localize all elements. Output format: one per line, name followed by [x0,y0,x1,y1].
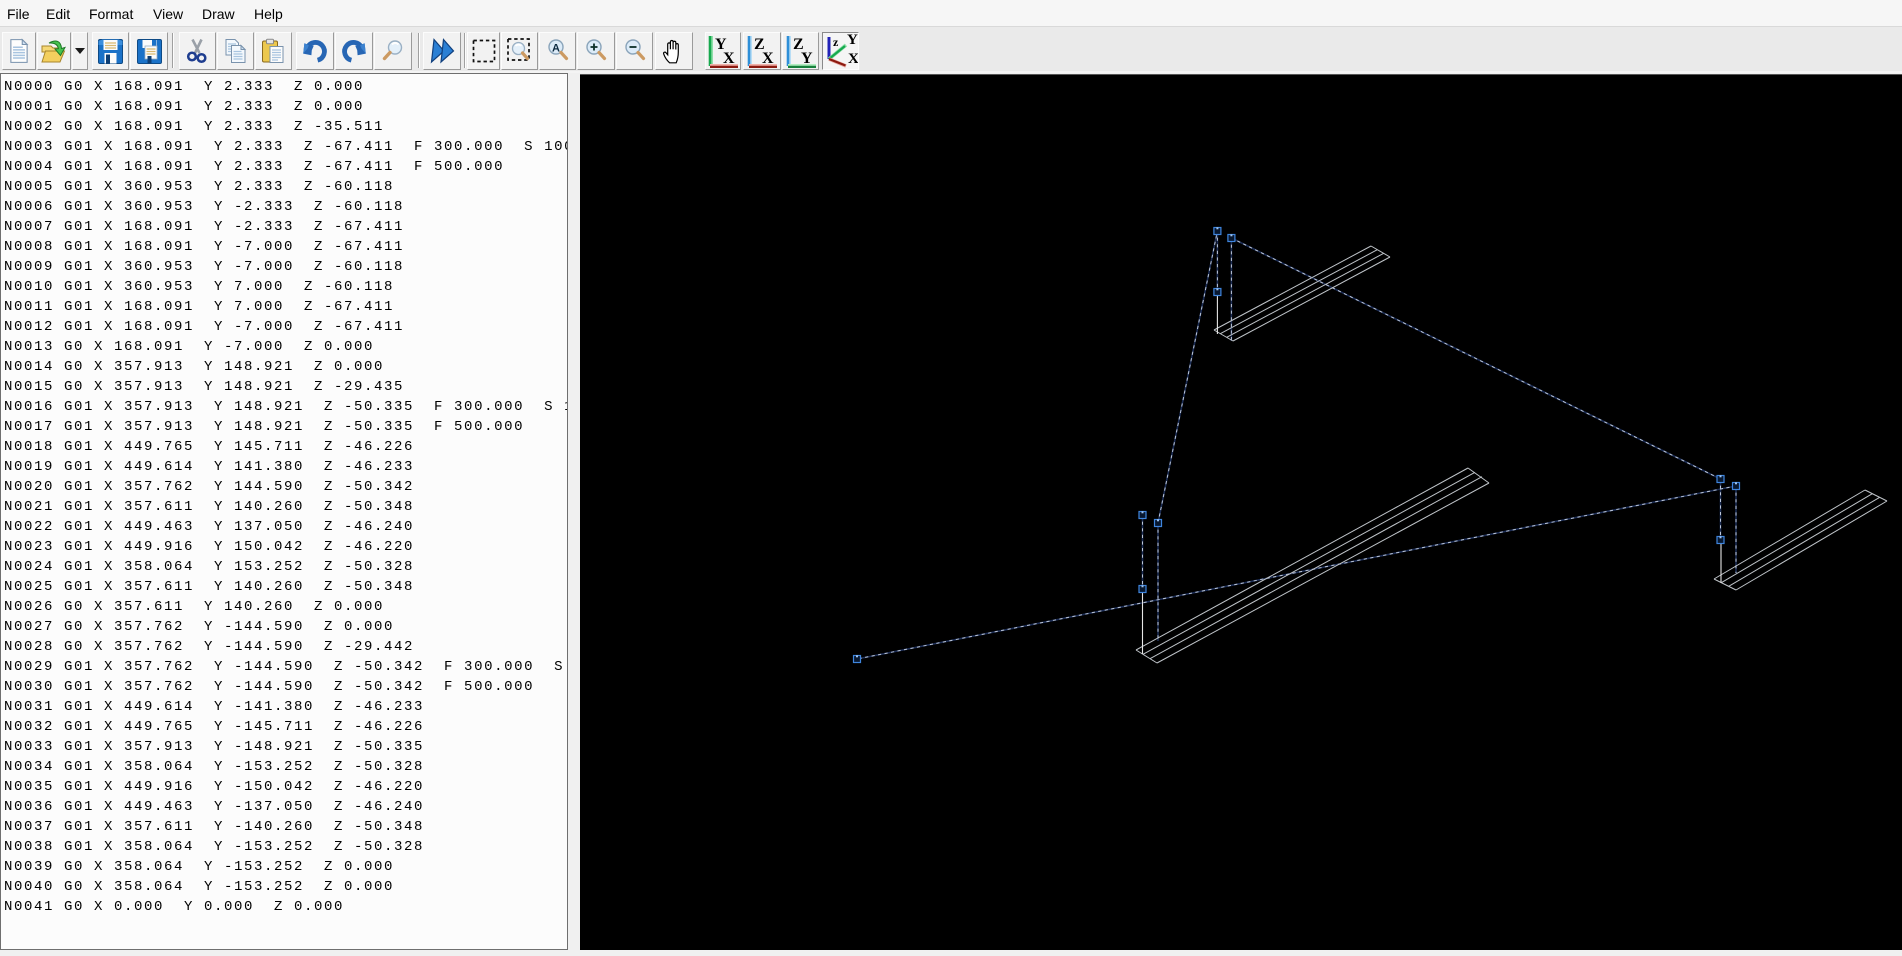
svg-text:z: z [833,35,839,49]
svg-text:X: X [723,50,735,67]
svg-text:X: X [762,50,774,67]
svg-text:Y: Y [847,34,858,48]
svg-text:X: X [848,51,858,67]
svg-text:A: A [552,43,560,55]
svg-text:Y: Y [801,50,813,67]
